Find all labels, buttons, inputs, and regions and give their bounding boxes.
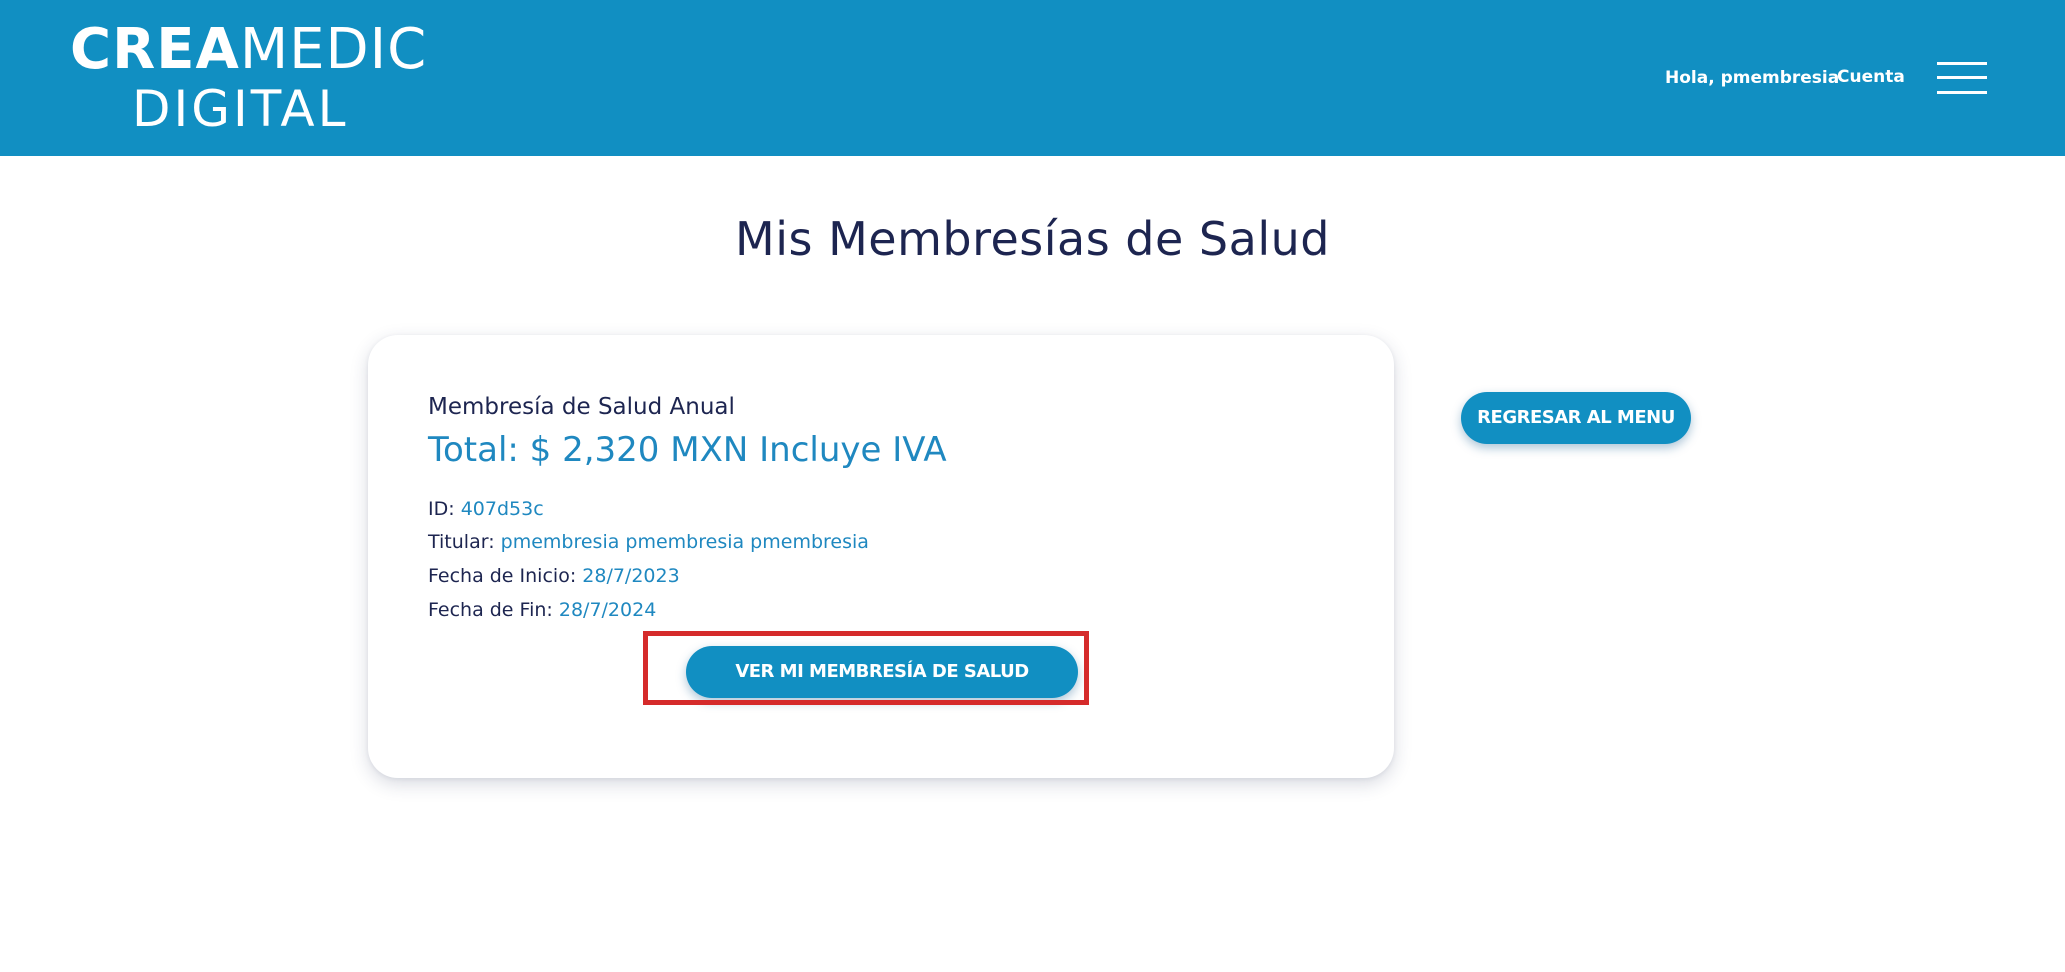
membership-holder-row: Titular: pmembresia pmembresia pmembresi… [428, 531, 869, 553]
hamburger-line [1937, 76, 1987, 79]
membership-start-row: Fecha de Inicio: 28/7/2023 [428, 565, 680, 587]
holder-label: Titular: [428, 531, 495, 553]
logo-crea-text: CREA [70, 17, 240, 82]
end-date-value: 28/7/2024 [558, 599, 657, 621]
start-date-label: Fecha de Inicio: [428, 565, 577, 587]
membership-type: Membresía de Salud Anual [428, 394, 735, 420]
membership-total: Total: $ 2,320 MXN Incluye IVA [428, 430, 947, 470]
logo-top-line: CREAMEDIC [70, 22, 427, 78]
back-to-menu-button[interactable]: REGRESAR AL MENU [1461, 392, 1691, 444]
membership-id-row: ID: 407d53c [428, 498, 544, 520]
end-date-label: Fecha de Fin: [428, 599, 553, 621]
holder-value: pmembresia pmembresia pmembresia [500, 531, 869, 553]
id-value: 407d53c [460, 498, 544, 520]
start-date-value: 28/7/2023 [582, 565, 680, 587]
hamburger-menu-icon[interactable] [1937, 60, 1987, 96]
page: CREAMEDIC DIGITAL Hola, pmembresia Cuent… [0, 0, 2065, 972]
view-membership-button[interactable]: VER MI MEMBRESÍA DE SALUD [686, 646, 1078, 698]
membership-card: Membresía de Salud Anual Total: $ 2,320 … [368, 335, 1394, 778]
page-title: Mis Membresías de Salud [735, 212, 1330, 266]
creamedic-logo[interactable]: CREAMEDIC DIGITAL [70, 22, 427, 138]
header-bar: CREAMEDIC DIGITAL Hola, pmembresia Cuent… [0, 0, 2065, 156]
hamburger-line [1937, 91, 1987, 94]
account-link[interactable]: Cuenta [1837, 67, 1905, 87]
user-greeting: Hola, pmembresia [1665, 68, 1840, 88]
logo-medic-text: MEDIC [239, 17, 428, 82]
hamburger-line [1937, 62, 1987, 65]
membership-end-row: Fecha de Fin: 28/7/2024 [428, 599, 656, 621]
logo-bottom-line: DIGITAL [132, 80, 349, 138]
id-label: ID: [428, 498, 455, 520]
